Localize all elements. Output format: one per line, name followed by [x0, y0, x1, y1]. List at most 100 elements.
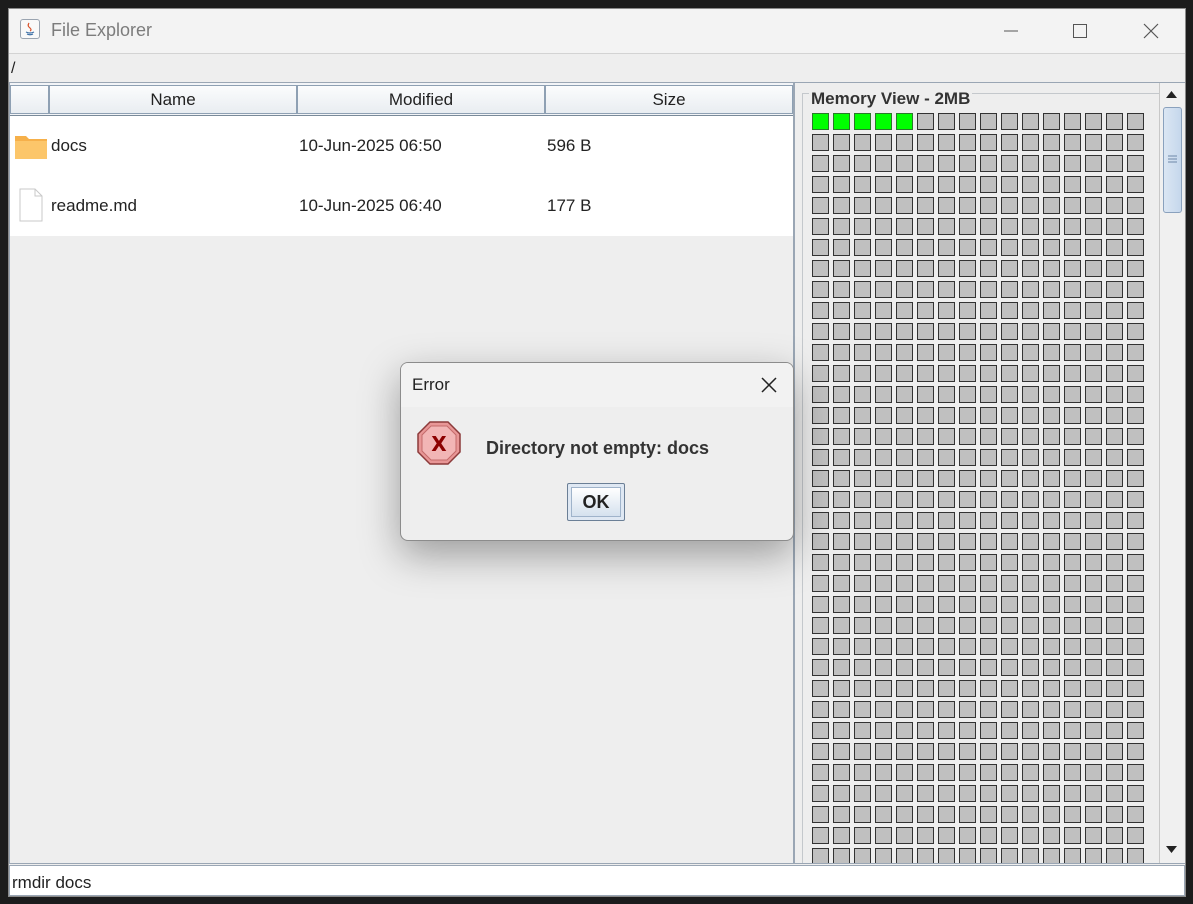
- memory-block-free: [854, 785, 871, 802]
- memory-block-free: [938, 470, 955, 487]
- ok-button[interactable]: OK: [567, 483, 625, 521]
- memory-block-free: [854, 848, 871, 863]
- scroll-up-arrow[interactable]: [1163, 86, 1180, 103]
- memory-block-free: [875, 428, 892, 445]
- memory-block-free: [1085, 638, 1102, 655]
- memory-block-free: [1064, 659, 1081, 676]
- memory-block-free: [833, 155, 850, 172]
- memory-block-free: [833, 512, 850, 529]
- memory-block-free: [959, 785, 976, 802]
- column-header-icon[interactable]: [10, 85, 49, 114]
- triangle-down-icon: [1166, 846, 1177, 853]
- memory-block-free: [812, 323, 829, 340]
- memory-block-free: [959, 365, 976, 382]
- memory-block-free: [812, 764, 829, 781]
- memory-block-free: [917, 323, 934, 340]
- memory-block-free: [854, 827, 871, 844]
- memory-block-free: [938, 155, 955, 172]
- memory-block-free: [833, 575, 850, 592]
- column-header-modified[interactable]: Modified: [297, 85, 545, 114]
- memory-block-free: [1106, 365, 1123, 382]
- memory-block-free: [1022, 554, 1039, 571]
- memory-block-free: [980, 659, 997, 676]
- memory-block-free: [980, 113, 997, 130]
- memory-block-free: [854, 722, 871, 739]
- scroll-down-arrow[interactable]: [1163, 841, 1180, 858]
- memory-block-free: [959, 260, 976, 277]
- memory-block-free: [1043, 113, 1060, 130]
- memory-block-free: [1106, 323, 1123, 340]
- memory-block-free: [1106, 575, 1123, 592]
- memory-block-free: [1022, 197, 1039, 214]
- memory-block-free: [1001, 134, 1018, 151]
- memory-block-free: [1043, 155, 1060, 172]
- memory-block-free: [1085, 617, 1102, 634]
- close-window-button[interactable]: [1117, 9, 1185, 53]
- memory-block-free: [959, 470, 976, 487]
- memory-block-free: [875, 701, 892, 718]
- memory-block-free: [980, 197, 997, 214]
- table-row[interactable]: readme.md 10-Jun-2025 06:40 177 B: [10, 176, 793, 236]
- memory-block-free: [1001, 323, 1018, 340]
- memory-block-free: [1106, 722, 1123, 739]
- memory-block-free: [1064, 596, 1081, 613]
- minimize-button[interactable]: [977, 9, 1045, 53]
- memory-block-free: [896, 701, 913, 718]
- memory-block-free: [854, 260, 871, 277]
- memory-block-free: [812, 659, 829, 676]
- memory-block-free: [1043, 680, 1060, 697]
- memory-block-free: [1064, 239, 1081, 256]
- memory-block-free: [1001, 302, 1018, 319]
- memory-block-free: [875, 617, 892, 634]
- memory-block-free: [812, 638, 829, 655]
- memory-block-free: [1022, 260, 1039, 277]
- memory-block-free: [812, 155, 829, 172]
- memory-block-free: [875, 806, 892, 823]
- memory-block-free: [1085, 554, 1102, 571]
- memory-block-free: [1001, 554, 1018, 571]
- error-dialog: Error X Directory not empty: docs OK: [400, 362, 794, 541]
- memory-block-free: [980, 134, 997, 151]
- column-header-name[interactable]: Name: [49, 85, 297, 114]
- memory-block-free: [980, 365, 997, 382]
- dialog-close-button[interactable]: [759, 375, 779, 395]
- memory-block-free: [1064, 848, 1081, 863]
- memory-block-free: [917, 722, 934, 739]
- memory-block-free: [1064, 260, 1081, 277]
- memory-block-free: [917, 281, 934, 298]
- memory-block-free: [1127, 470, 1144, 487]
- memory-block-free: [1127, 575, 1144, 592]
- table-row[interactable]: docs 10-Jun-2025 06:50 596 B: [10, 116, 793, 176]
- memory-block-free: [938, 533, 955, 550]
- memory-block-free: [959, 197, 976, 214]
- memory-block-free: [896, 218, 913, 235]
- memory-block-free: [812, 743, 829, 760]
- memory-block-free: [896, 743, 913, 760]
- memory-block-free: [1127, 827, 1144, 844]
- memory-block-free: [896, 617, 913, 634]
- memory-block-free: [1022, 722, 1039, 739]
- memory-block-free: [1022, 113, 1039, 130]
- memory-block-free: [896, 323, 913, 340]
- memory-block-free: [1001, 218, 1018, 235]
- memory-block-free: [917, 113, 934, 130]
- memory-block-free: [833, 134, 850, 151]
- memory-block-used: [812, 113, 829, 130]
- memory-block-free: [1001, 344, 1018, 361]
- command-text: rmdir docs: [12, 873, 92, 892]
- memory-block-free: [1001, 407, 1018, 424]
- command-input[interactable]: rmdir docs: [9, 865, 1185, 896]
- memory-block-free: [854, 512, 871, 529]
- memory-block-free: [896, 680, 913, 697]
- memory-block-free: [980, 806, 997, 823]
- maximize-button[interactable]: [1046, 9, 1114, 53]
- memory-block-free: [854, 638, 871, 655]
- memory-block-free: [854, 239, 871, 256]
- column-header-size[interactable]: Size: [545, 85, 793, 114]
- memory-scrollbar[interactable]: [1159, 83, 1184, 863]
- memory-block-free: [1064, 365, 1081, 382]
- scroll-thumb[interactable]: [1163, 107, 1182, 213]
- memory-block-used: [833, 113, 850, 130]
- memory-block-free: [1127, 155, 1144, 172]
- memory-block-free: [1106, 176, 1123, 193]
